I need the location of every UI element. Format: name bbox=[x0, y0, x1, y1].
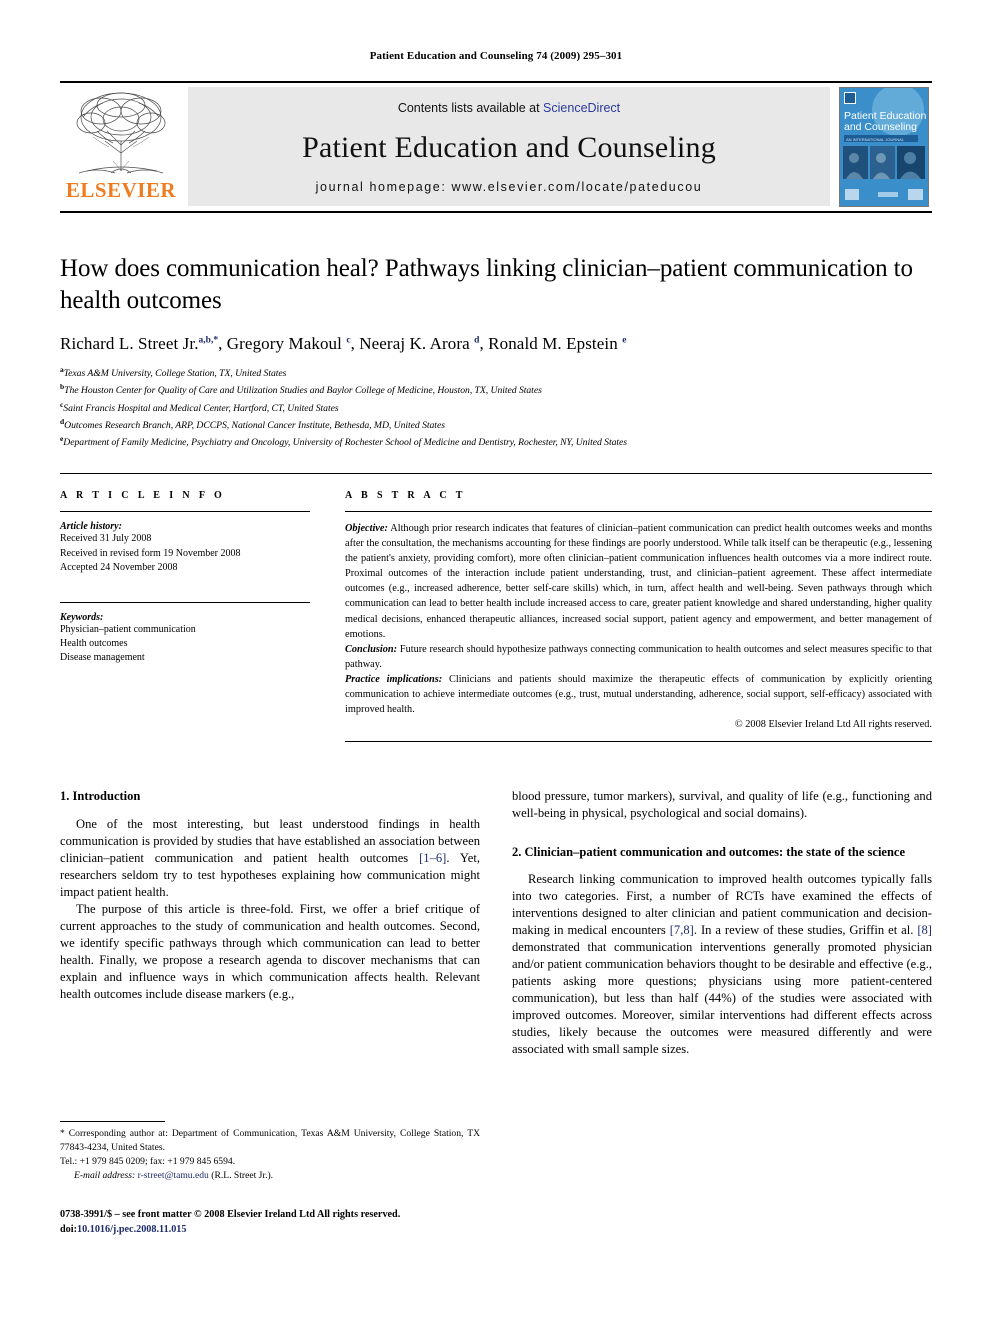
contents-prefix: Contents lists available at bbox=[397, 101, 544, 115]
journal-article-page: Patient Education and Counseling 74 (200… bbox=[0, 0, 992, 1323]
author-3-affil-marker: e bbox=[622, 335, 627, 346]
footnote-rule bbox=[60, 1121, 165, 1122]
article-info-heading: A R T I C L E I N F O bbox=[60, 490, 226, 502]
affiliation-text: Department of Family Medicine, Psychiatr… bbox=[63, 437, 628, 449]
intro-para-part1: One of the most interesting, but least u… bbox=[60, 817, 480, 866]
email-label: E-mail address: bbox=[74, 1170, 136, 1182]
elsevier-tree-icon bbox=[76, 92, 166, 174]
abstract-conclusion-text: Future research should hypothesize pathw… bbox=[345, 643, 932, 670]
email-line: E-mail address: r-street@tamu.edu (R.L. … bbox=[60, 1169, 480, 1183]
author-0-affil-marker: a,b,* bbox=[198, 335, 219, 346]
keyword-item: Physician–patient communication bbox=[60, 623, 196, 635]
author-list: Richard L. Street Jr.a,b,*, Gregory Mako… bbox=[60, 334, 627, 353]
abstract-objective-text: Although prior research indicates that f… bbox=[345, 523, 932, 640]
affiliation-item: cSaint Francis Hospital and Medical Cent… bbox=[60, 399, 932, 416]
email-link[interactable]: r-street@tamu.edu bbox=[138, 1170, 209, 1181]
cover-artwork: Patient Education and Counseling AN INTE… bbox=[840, 88, 928, 206]
affiliation-text: Outcomes Research Branch, ARP, DCCPS, Na… bbox=[64, 420, 445, 432]
page-title: How does communication heal? Pathways li… bbox=[60, 255, 913, 314]
body-paragraph-continued: blood pressure, tumor markers), survival… bbox=[512, 788, 932, 820]
article-history-item: Received in revised form 19 November 200… bbox=[60, 547, 241, 559]
body-paragraph: The purpose of this article is three-fol… bbox=[60, 902, 480, 1001]
contents-lists-line: Contents lists available at ScienceDirec… bbox=[398, 101, 620, 115]
doi-link[interactable]: 10.1016/j.pec.2008.11.015 bbox=[77, 1224, 187, 1235]
article-info-column: A R T I C L E I N F O Article history: R… bbox=[60, 490, 310, 741]
abstract-bottom-rule bbox=[345, 740, 932, 742]
keyword-item: Disease management bbox=[60, 652, 145, 664]
journal-cover-thumbnail: Patient Education and Counseling AN INTE… bbox=[839, 87, 929, 207]
sec2-para-part2: . In a review of these studies, Griffin … bbox=[693, 923, 918, 938]
journal-homepage-line[interactable]: journal homepage: www.elsevier.com/locat… bbox=[316, 180, 703, 194]
author-3-name: Ronald M. Epstein bbox=[488, 334, 618, 353]
affiliation-list: aTexas A&M University, College Station, … bbox=[60, 364, 932, 450]
abstract-column: A B S T R A C T Objective: Although prio… bbox=[345, 490, 932, 742]
sciencedirect-link[interactable]: ScienceDirect bbox=[543, 101, 620, 115]
title-block: How does communication heal? Pathways li… bbox=[60, 213, 932, 450]
journal-banner: ELSEVIER Contents lists available at Sci… bbox=[60, 81, 932, 213]
email-suffix: (R.L. Street Jr.). bbox=[208, 1170, 274, 1182]
sec2-para-part3: demonstrated that communication interven… bbox=[512, 939, 932, 1056]
journal-cover-thumbnail-wrap: Patient Education and Counseling AN INTE… bbox=[836, 83, 932, 211]
abstract-objective: Objective: Although prior research indic… bbox=[345, 521, 932, 641]
keyword-item: Health outcomes bbox=[60, 638, 128, 650]
abstract-implications: Practice implications: Clinicians and pa… bbox=[345, 672, 932, 717]
svg-text:and Counseling: and Counseling bbox=[844, 121, 917, 133]
article-history-item: Accepted 24 November 2008 bbox=[60, 561, 178, 573]
section-heading-introduction: 1. Introduction bbox=[60, 788, 141, 803]
author-1-affil-marker: c bbox=[346, 335, 351, 346]
running-head: Patient Education and Counseling 74 (200… bbox=[369, 50, 623, 62]
affiliation-item: bThe Houston Center for Quality of Care … bbox=[60, 381, 932, 398]
body-columns: 1. Introduction One of the most interest… bbox=[60, 788, 932, 1058]
body-column-right: blood pressure, tumor markers), survival… bbox=[512, 788, 932, 1058]
affiliation-text: The Houston Center for Quality of Care a… bbox=[64, 385, 542, 397]
keywords-rule bbox=[60, 601, 310, 603]
body-paragraph: One of the most interesting, but least u… bbox=[60, 816, 480, 901]
abstract-conclusion: Conclusion: Future research should hypot… bbox=[345, 642, 932, 672]
info-abstract-row: A R T I C L E I N F O Article history: R… bbox=[60, 474, 932, 742]
abstract-implications-label: Practice implications: bbox=[345, 673, 443, 685]
elsevier-wordmark: ELSEVIER bbox=[65, 178, 177, 202]
article-history-item: Received 31 July 2008 bbox=[60, 533, 152, 545]
affiliation-text: Texas A&M University, College Station, T… bbox=[63, 368, 287, 380]
author-2-affil-marker: d bbox=[474, 335, 480, 346]
imprint-block: 0738-3991/$ – see front matter © 2008 El… bbox=[60, 1207, 490, 1238]
abstract-rule bbox=[345, 511, 932, 513]
body-paragraph: Research linking communication to improv… bbox=[512, 871, 932, 1057]
keywords-label: Keywords: bbox=[60, 611, 104, 623]
corresponding-author-note: * Corresponding author at: Department of… bbox=[60, 1127, 480, 1155]
author-1-name: Gregory Makoul bbox=[226, 334, 342, 353]
citation-link[interactable]: [1–6] bbox=[419, 851, 446, 865]
svg-text:AN INTERNATIONAL JOURNAL: AN INTERNATIONAL JOURNAL bbox=[846, 137, 905, 142]
doi-prefix: doi: bbox=[60, 1224, 77, 1236]
affiliation-item: dOutcomes Research Branch, ARP, DCCPS, N… bbox=[60, 416, 932, 433]
abstract-body: Objective: Although prior research indic… bbox=[345, 521, 932, 716]
elsevier-logo: ELSEVIER bbox=[60, 83, 182, 211]
abstract-conclusion-label: Conclusion: bbox=[345, 643, 398, 655]
abstract-objective-label: Objective: bbox=[345, 523, 388, 535]
affiliation-item: eDepartment of Family Medicine, Psychiat… bbox=[60, 433, 932, 450]
affiliation-text: Saint Francis Hospital and Medical Cente… bbox=[63, 402, 339, 414]
affiliation-item: aTexas A&M University, College Station, … bbox=[60, 364, 932, 381]
contact-line: Tel.: +1 979 845 0209; fax: +1 979 845 6… bbox=[60, 1156, 236, 1168]
body-column-left: 1. Introduction One of the most interest… bbox=[60, 788, 480, 1058]
article-info-rule bbox=[60, 511, 310, 513]
author-2-name: Neeraj K. Arora bbox=[359, 334, 470, 353]
journal-title: Patient Education and Counseling bbox=[302, 130, 716, 164]
abstract-heading: A B S T R A C T bbox=[345, 490, 466, 502]
doi-line: doi:10.1016/j.pec.2008.11.015 bbox=[60, 1222, 490, 1237]
author-0-name: Richard L. Street Jr. bbox=[60, 334, 199, 353]
abstract-copyright: © 2008 Elsevier Ireland Ltd All rights r… bbox=[734, 718, 932, 730]
section-heading-state-of-science: 2. Clinician–patient communication and o… bbox=[512, 844, 906, 859]
article-history-label: Article history: bbox=[60, 521, 122, 533]
imprint-line: 0738-3991/$ – see front matter © 2008 El… bbox=[60, 1209, 401, 1220]
banner-center-panel: Contents lists available at ScienceDirec… bbox=[188, 87, 830, 206]
corresponding-author-text: Corresponding author at: Department of C… bbox=[60, 1128, 480, 1154]
footnote-block: * Corresponding author at: Department of… bbox=[60, 1121, 480, 1183]
citation-link[interactable]: [8] bbox=[917, 923, 932, 937]
citation-link[interactable]: [7,8] bbox=[670, 923, 694, 937]
